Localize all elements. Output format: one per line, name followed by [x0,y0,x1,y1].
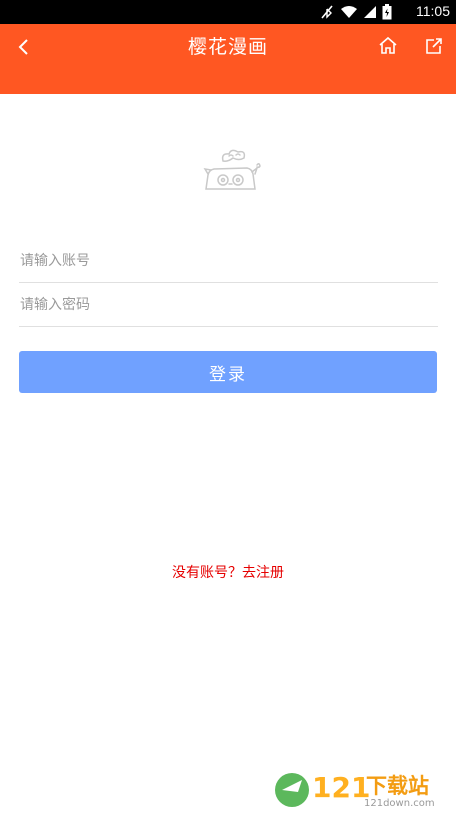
status-bar: 11:05 [0,0,456,24]
chevron-left-icon [18,39,28,55]
app-logo [200,147,262,197]
watermark-number: 121 [312,771,370,804]
share-icon [426,38,442,54]
status-time: 11:05 [416,3,450,19]
cat-logo-icon [203,149,261,190]
cellular-signal-icon [364,6,376,18]
share-button[interactable] [421,33,447,59]
home-icon [379,36,397,54]
watermark-subtext: 121down.com [364,798,435,809]
login-button[interactable]: 登录 [19,351,437,393]
password-input[interactable] [19,284,438,327]
account-input[interactable] [19,240,438,283]
watermark-logo: 121 下载站 121down.com [268,766,452,810]
signal-muted-icon [321,5,333,19]
status-icons [319,4,392,20]
back-button[interactable] [10,33,38,61]
home-button[interactable] [375,33,401,59]
battery-icon [382,4,392,20]
wifi-icon [341,6,357,18]
watermark-text: 下载站 [366,774,429,798]
download-site-watermark: 121 下载站 121down.com [275,771,435,809]
register-link[interactable]: 没有账号？去注册 [0,562,456,582]
